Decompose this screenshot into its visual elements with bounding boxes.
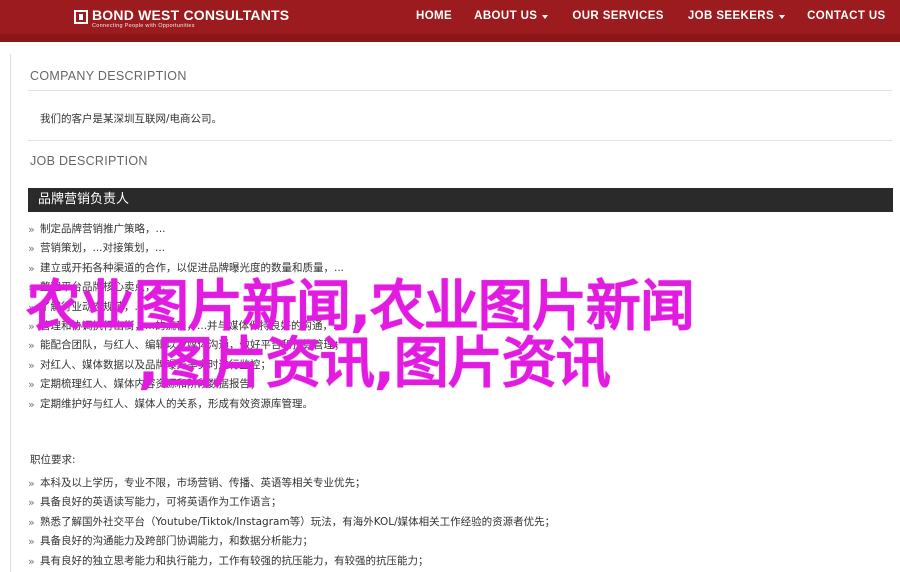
divider xyxy=(28,90,892,91)
main-nav: HOME ABOUT US OUR SERVICES JOB SEEKERS C… xyxy=(416,10,886,22)
watermark-overlay: 农业图片新闻,农业图片新闻 ,图片资讯,图片资讯 xyxy=(26,278,886,392)
chevron-right-icon: » xyxy=(28,477,35,490)
chevron-right-icon: » xyxy=(28,496,35,510)
watermark-line-2: ,图片资讯,图片资讯 xyxy=(138,331,611,395)
list-item: » 制定品牌营销推广策略，... xyxy=(28,220,345,239)
top-navigation-bar: BOND WEST CONSULTANTS Connecting People … xyxy=(0,0,900,42)
job-title-bar: 品牌营销负责人 xyxy=(28,188,893,212)
watermark-line-1: 农业图片新闻,农业图片新闻 xyxy=(26,274,695,338)
nav-job-seekers-label: JOB SEEKERS xyxy=(687,10,775,22)
nav-our-services[interactable]: OUR SERVICES xyxy=(572,10,664,22)
duty-text: 制定品牌营销推广策略，... xyxy=(40,223,166,235)
requirement-text: 具备良好的英语读写能力，可将英语作为工作语言； xyxy=(40,496,282,509)
list-item: » 营销策划，...对接策划，... xyxy=(28,239,345,258)
chevron-right-icon: » xyxy=(28,397,35,411)
list-item: » 具有良好的独立思考能力和执行能力，工作有较强的抗压能力，有较强的抗压能力； xyxy=(28,552,555,571)
chevron-right-icon: » xyxy=(28,242,35,256)
list-item: » 熟悉了解国外社交平台（Youtube/Tiktok/Instagram等）玩法… xyxy=(28,513,555,532)
chevron-right-icon: » xyxy=(28,515,35,529)
nav-our-services-label: OUR SERVICES xyxy=(572,10,664,22)
requirement-text: 具备良好的沟通能力及跨部门协调能力，和数据分析能力； xyxy=(40,535,313,548)
requirement-text: 本科及以上学历，专业不限，市场营销、传播、英语等相关专业优先； xyxy=(40,477,366,489)
logo-icon xyxy=(74,10,88,24)
job-description-heading: JOB DESCRIPTION xyxy=(30,154,148,168)
duty-text: 营销策划，...对接策划，... xyxy=(40,242,166,255)
chevron-right-icon: » xyxy=(28,535,35,549)
chevron-right-icon: » xyxy=(28,554,35,568)
chevron-down-icon xyxy=(779,14,786,19)
nav-about-us[interactable]: ABOUT US xyxy=(474,10,549,22)
company-logo[interactable]: BOND WEST CONSULTANTS Connecting People … xyxy=(74,8,289,30)
requirements-label: 职位要求: xyxy=(30,454,76,466)
nav-home[interactable]: HOME xyxy=(416,10,452,22)
duty-text: 定期维护好与红人、媒体人的关系，形成有效资源库管理。 xyxy=(40,397,313,410)
list-item: » 具备良好的英语读写能力，可将英语作为工作语言； xyxy=(28,493,555,512)
nav-about-us-label: ABOUT US xyxy=(474,10,538,22)
requirements-list: » 本科及以上学历，专业不限，市场营销、传播、英语等相关专业优先； » 具备良好的英… xyxy=(28,474,555,571)
left-border xyxy=(10,54,11,572)
logo-name: BOND WEST CONSULTANTS xyxy=(92,7,290,23)
chevron-down-icon xyxy=(542,14,549,19)
logo-tagline: Connecting People with Opportunities xyxy=(92,23,195,29)
nav-job-seekers[interactable]: JOB SEEKERS xyxy=(687,10,786,22)
company-description-heading: COMPANY DESCRIPTION xyxy=(30,69,187,83)
topbar-shadow xyxy=(0,34,900,42)
nav-contact-us[interactable]: CONTACT US xyxy=(807,10,886,22)
nav-contact-us-label: CONTACT US xyxy=(807,10,886,22)
list-item: » 本科及以上学历，专业不限，市场营销、传播、英语等相关专业优先； xyxy=(28,474,555,493)
duty-text: 建立或开拓各种渠道的合作，以促进品牌曝光度的数量和质量，... xyxy=(40,261,345,274)
requirement-text: 具有良好的独立思考能力和执行能力，工作有较强的抗压能力，有较强的抗压能力； xyxy=(40,554,429,567)
divider xyxy=(28,140,892,141)
main-content: COMPANY DESCRIPTION 我们的客户是某深圳互联网/电商公司。 J… xyxy=(0,54,900,572)
list-item: » 定期维护好与红人、媒体人的关系，形成有效资源库管理。 xyxy=(28,395,345,414)
chevron-right-icon: » xyxy=(28,223,35,236)
company-description-text: 我们的客户是某深圳互联网/电商公司。 xyxy=(40,113,223,125)
nav-home-label: HOME xyxy=(416,10,453,22)
requirement-text: 熟悉了解国外社交平台（Youtube/Tiktok/Instagram等）玩法，… xyxy=(40,515,556,528)
list-item: » 具备良好的沟通能力及跨部门协调能力，和数据分析能力； xyxy=(28,532,555,551)
